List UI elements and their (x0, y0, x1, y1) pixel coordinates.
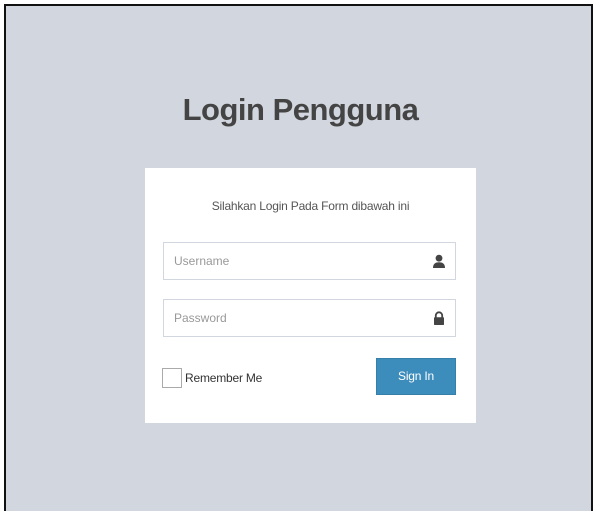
login-box: Silahkan Login Pada Form dibawah ini Use… (145, 168, 476, 423)
page-title: Login Pengguna (182, 92, 419, 127)
user-icon (432, 254, 446, 268)
password-field[interactable] (163, 299, 456, 337)
username-field[interactable] (163, 242, 456, 280)
remember-me[interactable]: Remember Me (162, 366, 262, 390)
remember-me-label[interactable]: Remember Me (185, 371, 262, 385)
sign-in-button[interactable]: Sign In (376, 358, 456, 395)
remember-me-checkbox[interactable] (162, 368, 182, 388)
password-input[interactable] (164, 300, 424, 336)
login-page: Login Pengguna Silahkan Login Pada Form … (4, 4, 593, 511)
username-input[interactable] (164, 243, 424, 279)
login-box-message: Silahkan Login Pada Form dibawah ini (211, 199, 410, 213)
lock-icon (432, 311, 446, 325)
